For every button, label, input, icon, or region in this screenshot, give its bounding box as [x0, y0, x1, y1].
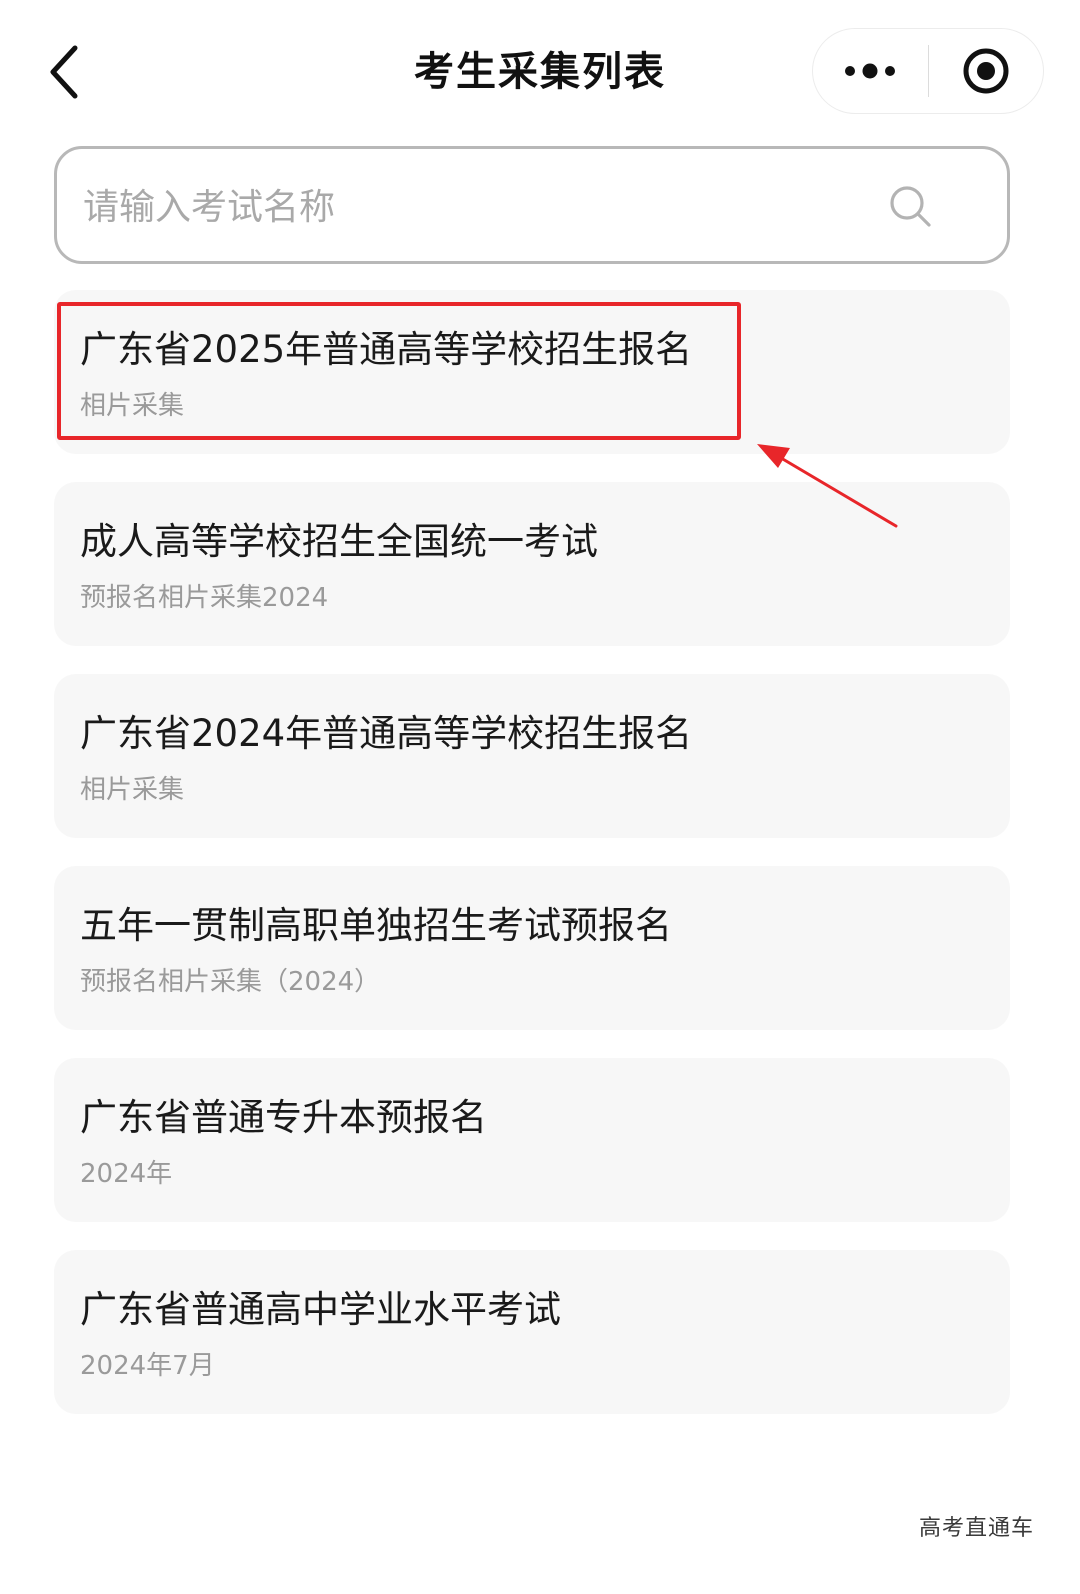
item-subtitle: 预报名相片采集2024 — [80, 583, 329, 613]
search-bar — [54, 146, 1010, 264]
list-item[interactable]: 广东省普通高中学业水平考试 2024年7月 — [54, 1250, 1010, 1414]
list-item[interactable]: 广东省2025年普通高等学校招生报名 相片采集 — [54, 290, 1010, 454]
list-item[interactable]: 广东省2024年普通高等学校招生报名 相片采集 — [54, 674, 1010, 838]
item-title: 广东省普通高中学业水平考试 — [80, 1288, 561, 1331]
close-program-button[interactable] — [929, 29, 1044, 113]
more-button[interactable] — [813, 29, 928, 113]
watermark: 高考直通车 — [918, 1516, 1034, 1541]
more-dots-icon — [845, 63, 896, 79]
target-circle-icon — [963, 48, 1009, 94]
list-item[interactable]: 五年一贯制高职单独招生考试预报名 预报名相片采集（2024） — [54, 866, 1010, 1030]
exam-list: 广东省2025年普通高等学校招生报名 相片采集 成人高等学校招生全国统一考试 预… — [54, 290, 1010, 1442]
nav-bar: 考生采集列表 — [0, 0, 1080, 140]
item-title: 成人高等学校招生全国统一考试 — [80, 520, 598, 563]
item-title: 广东省2024年普通高等学校招生报名 — [80, 712, 693, 755]
search-icon[interactable] — [883, 179, 939, 235]
item-title: 广东省2025年普通高等学校招生报名 — [80, 328, 693, 371]
item-subtitle: 相片采集 — [80, 391, 185, 421]
item-title: 五年一贯制高职单独招生考试预报名 — [80, 904, 672, 947]
item-subtitle: 2024年7月 — [80, 1351, 215, 1381]
item-title: 广东省普通专升本预报名 — [80, 1096, 487, 1139]
search-input[interactable] — [83, 169, 863, 245]
list-item[interactable]: 成人高等学校招生全国统一考试 预报名相片采集2024 — [54, 482, 1010, 646]
mini-program-capsule — [812, 28, 1044, 114]
item-subtitle: 预报名相片采集（2024） — [80, 967, 381, 997]
item-subtitle: 2024年 — [80, 1159, 173, 1189]
item-subtitle: 相片采集 — [80, 775, 185, 805]
page: 考生采集列表 请输入考试名称 广东省2025年普通高等学校招生报名 相片采集 成… — [0, 0, 1080, 1594]
list-item[interactable]: 广东省普通专升本预报名 2024年 — [54, 1058, 1010, 1222]
